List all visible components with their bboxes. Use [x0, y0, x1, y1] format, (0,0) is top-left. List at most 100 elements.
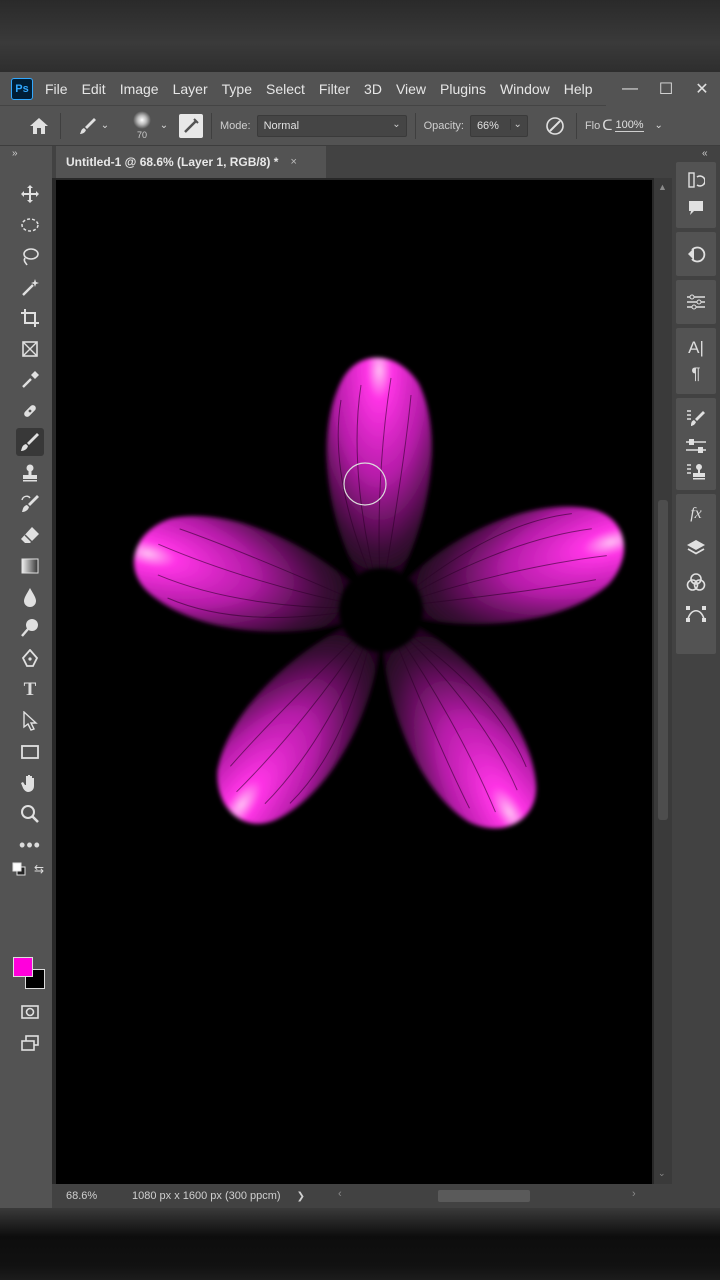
pen-tool-icon[interactable]	[16, 645, 44, 673]
brush-settings-panel-icon[interactable]	[684, 406, 708, 430]
document-canvas[interactable]	[56, 180, 652, 1184]
chevron-down-icon[interactable]: ⌄	[654, 120, 662, 131]
canvas-area: ▲ ⌄	[52, 178, 672, 1184]
opacity-value: 66%	[476, 119, 499, 132]
magic-wand-tool-icon[interactable]	[16, 273, 44, 301]
mode-value: Normal	[263, 119, 300, 132]
blur-tool-icon[interactable]	[16, 583, 44, 611]
maximize-button[interactable]: ☐	[648, 79, 684, 99]
history-brush-tool-icon[interactable]	[16, 490, 44, 518]
crop-tool-icon[interactable]	[16, 304, 44, 332]
menu-file[interactable]: File	[45, 81, 68, 97]
channels-panel-icon[interactable]	[684, 570, 708, 594]
menu-type[interactable]: Type	[222, 81, 252, 97]
panel-dock: « A| ¶ fx	[672, 146, 720, 1208]
menu-edit[interactable]: Edit	[82, 81, 106, 97]
history-panel-icon[interactable]	[684, 168, 708, 192]
panel-group-history	[676, 162, 716, 228]
adjustments-panel-icon[interactable]	[684, 290, 708, 314]
horizontal-scrollbar[interactable]: ‹ ›	[332, 1188, 648, 1204]
paragraph-panel-icon[interactable]: ¶	[684, 362, 708, 386]
clone-stamp-tool-icon[interactable]	[16, 459, 44, 487]
type-tool-icon[interactable]: T	[16, 676, 44, 704]
chevron-down-icon[interactable]: ⌄	[99, 120, 111, 131]
lasso-tool-icon[interactable]	[16, 242, 44, 270]
document-tab-strip: Untitled-1 @ 68.6% (Layer 1, RGB/8) * ×	[52, 146, 672, 178]
actions-panel-icon[interactable]	[684, 242, 708, 266]
menu-filter[interactable]: Filter	[319, 81, 350, 97]
path-selection-tool-icon[interactable]	[16, 707, 44, 735]
dodge-tool-icon[interactable]	[16, 614, 44, 642]
zoom-level[interactable]: 68.6%	[66, 1190, 132, 1202]
minimize-button[interactable]: —	[612, 80, 648, 98]
marquee-tool-icon[interactable]	[16, 211, 44, 239]
more-tools-icon[interactable]: •••	[16, 831, 44, 859]
healing-brush-tool-icon[interactable]	[16, 397, 44, 425]
chevron-down-icon: ⌄	[509, 118, 522, 130]
horizontal-scroll-thumb[interactable]	[438, 1190, 530, 1202]
layers-panel-icon[interactable]	[684, 536, 708, 560]
brushes-panel-icon[interactable]	[684, 434, 708, 458]
default-colors-icon[interactable]	[10, 860, 28, 878]
menu-3d[interactable]: 3D	[364, 81, 382, 97]
menu-select[interactable]: Select	[266, 81, 305, 97]
menu-plugins[interactable]: Plugins	[440, 81, 486, 97]
move-tool-icon[interactable]	[16, 180, 44, 208]
menu-window[interactable]: Window	[500, 81, 550, 97]
quick-mask-icon[interactable]	[16, 998, 44, 1026]
flow-input[interactable]: 100%	[612, 115, 654, 137]
brush-tool-icon[interactable]	[16, 428, 44, 456]
gradient-tool-icon[interactable]	[16, 552, 44, 580]
rectangle-tool-icon[interactable]	[16, 738, 44, 766]
brush-preset-icon[interactable]	[77, 113, 99, 139]
collapse-dock-icon[interactable]: «	[702, 148, 708, 159]
menu-layer[interactable]: Layer	[173, 81, 208, 97]
blurred-backdrop-top	[0, 0, 720, 72]
styles-panel-icon[interactable]: fx	[684, 502, 708, 526]
paths-panel-icon[interactable]	[684, 602, 708, 626]
comments-panel-icon[interactable]	[684, 196, 708, 220]
flower-artwork	[56, 180, 652, 1184]
collapse-panel-icon[interactable]: »	[12, 148, 18, 159]
eraser-tool-icon[interactable]	[16, 521, 44, 549]
swap-colors-icon[interactable]: ⇆	[30, 860, 48, 878]
pressure-opacity-icon[interactable]	[542, 113, 568, 139]
eyedropper-tool-icon[interactable]	[16, 366, 44, 394]
photoshop-logo: Ps	[11, 77, 33, 100]
foreground-color-swatch[interactable]	[13, 957, 33, 977]
scroll-down-icon[interactable]: ⌄	[658, 1168, 666, 1179]
status-menu-icon[interactable]: ❯	[297, 1191, 305, 1202]
character-panel-icon[interactable]: A|	[684, 336, 708, 360]
flow-label: Flo	[584, 119, 601, 132]
scrubby-slider-icon[interactable]: ᑕ	[602, 117, 612, 134]
document-tab[interactable]: Untitled-1 @ 68.6% (Layer 1, RGB/8) * ×	[56, 146, 326, 178]
brush-settings-icon[interactable]	[179, 113, 203, 138]
divider	[414, 112, 416, 139]
menu-help[interactable]: Help	[564, 81, 593, 97]
brush-size-picker[interactable]: 70	[127, 109, 157, 143]
scroll-left-icon[interactable]: ‹	[338, 1188, 342, 1200]
blurred-backdrop-bottom	[0, 1208, 720, 1280]
scroll-right-icon[interactable]: ›	[632, 1188, 636, 1200]
panel-group-brushes	[676, 398, 716, 490]
menu-image[interactable]: Image	[120, 81, 159, 97]
vertical-scroll-thumb[interactable]	[658, 500, 668, 820]
mode-select[interactable]: Normal ⌄	[256, 114, 407, 137]
chevron-down-icon[interactable]: ⌄	[157, 120, 171, 131]
document-tab-title: Untitled-1 @ 68.6% (Layer 1, RGB/8) *	[66, 155, 279, 169]
home-icon[interactable]	[26, 113, 52, 139]
hand-tool-icon[interactable]	[16, 769, 44, 797]
opacity-input[interactable]: 66% ⌄	[469, 114, 528, 137]
zoom-tool-icon[interactable]	[16, 800, 44, 828]
vertical-scrollbar[interactable]: ▲ ⌄	[654, 178, 672, 1184]
menu-items: File Edit Image Layer Type Select Filter…	[45, 72, 607, 106]
menu-view[interactable]: View	[396, 81, 426, 97]
frame-tool-icon[interactable]	[16, 335, 44, 363]
chevron-down-icon: ⌄	[392, 118, 401, 130]
flow-value: 100%	[615, 119, 644, 132]
close-document-icon[interactable]: ×	[290, 156, 296, 168]
screen-mode-icon[interactable]	[16, 1029, 44, 1057]
scroll-up-icon[interactable]: ▲	[658, 182, 667, 192]
close-button[interactable]: ✕	[684, 79, 720, 99]
clone-source-panel-icon[interactable]	[684, 460, 708, 484]
